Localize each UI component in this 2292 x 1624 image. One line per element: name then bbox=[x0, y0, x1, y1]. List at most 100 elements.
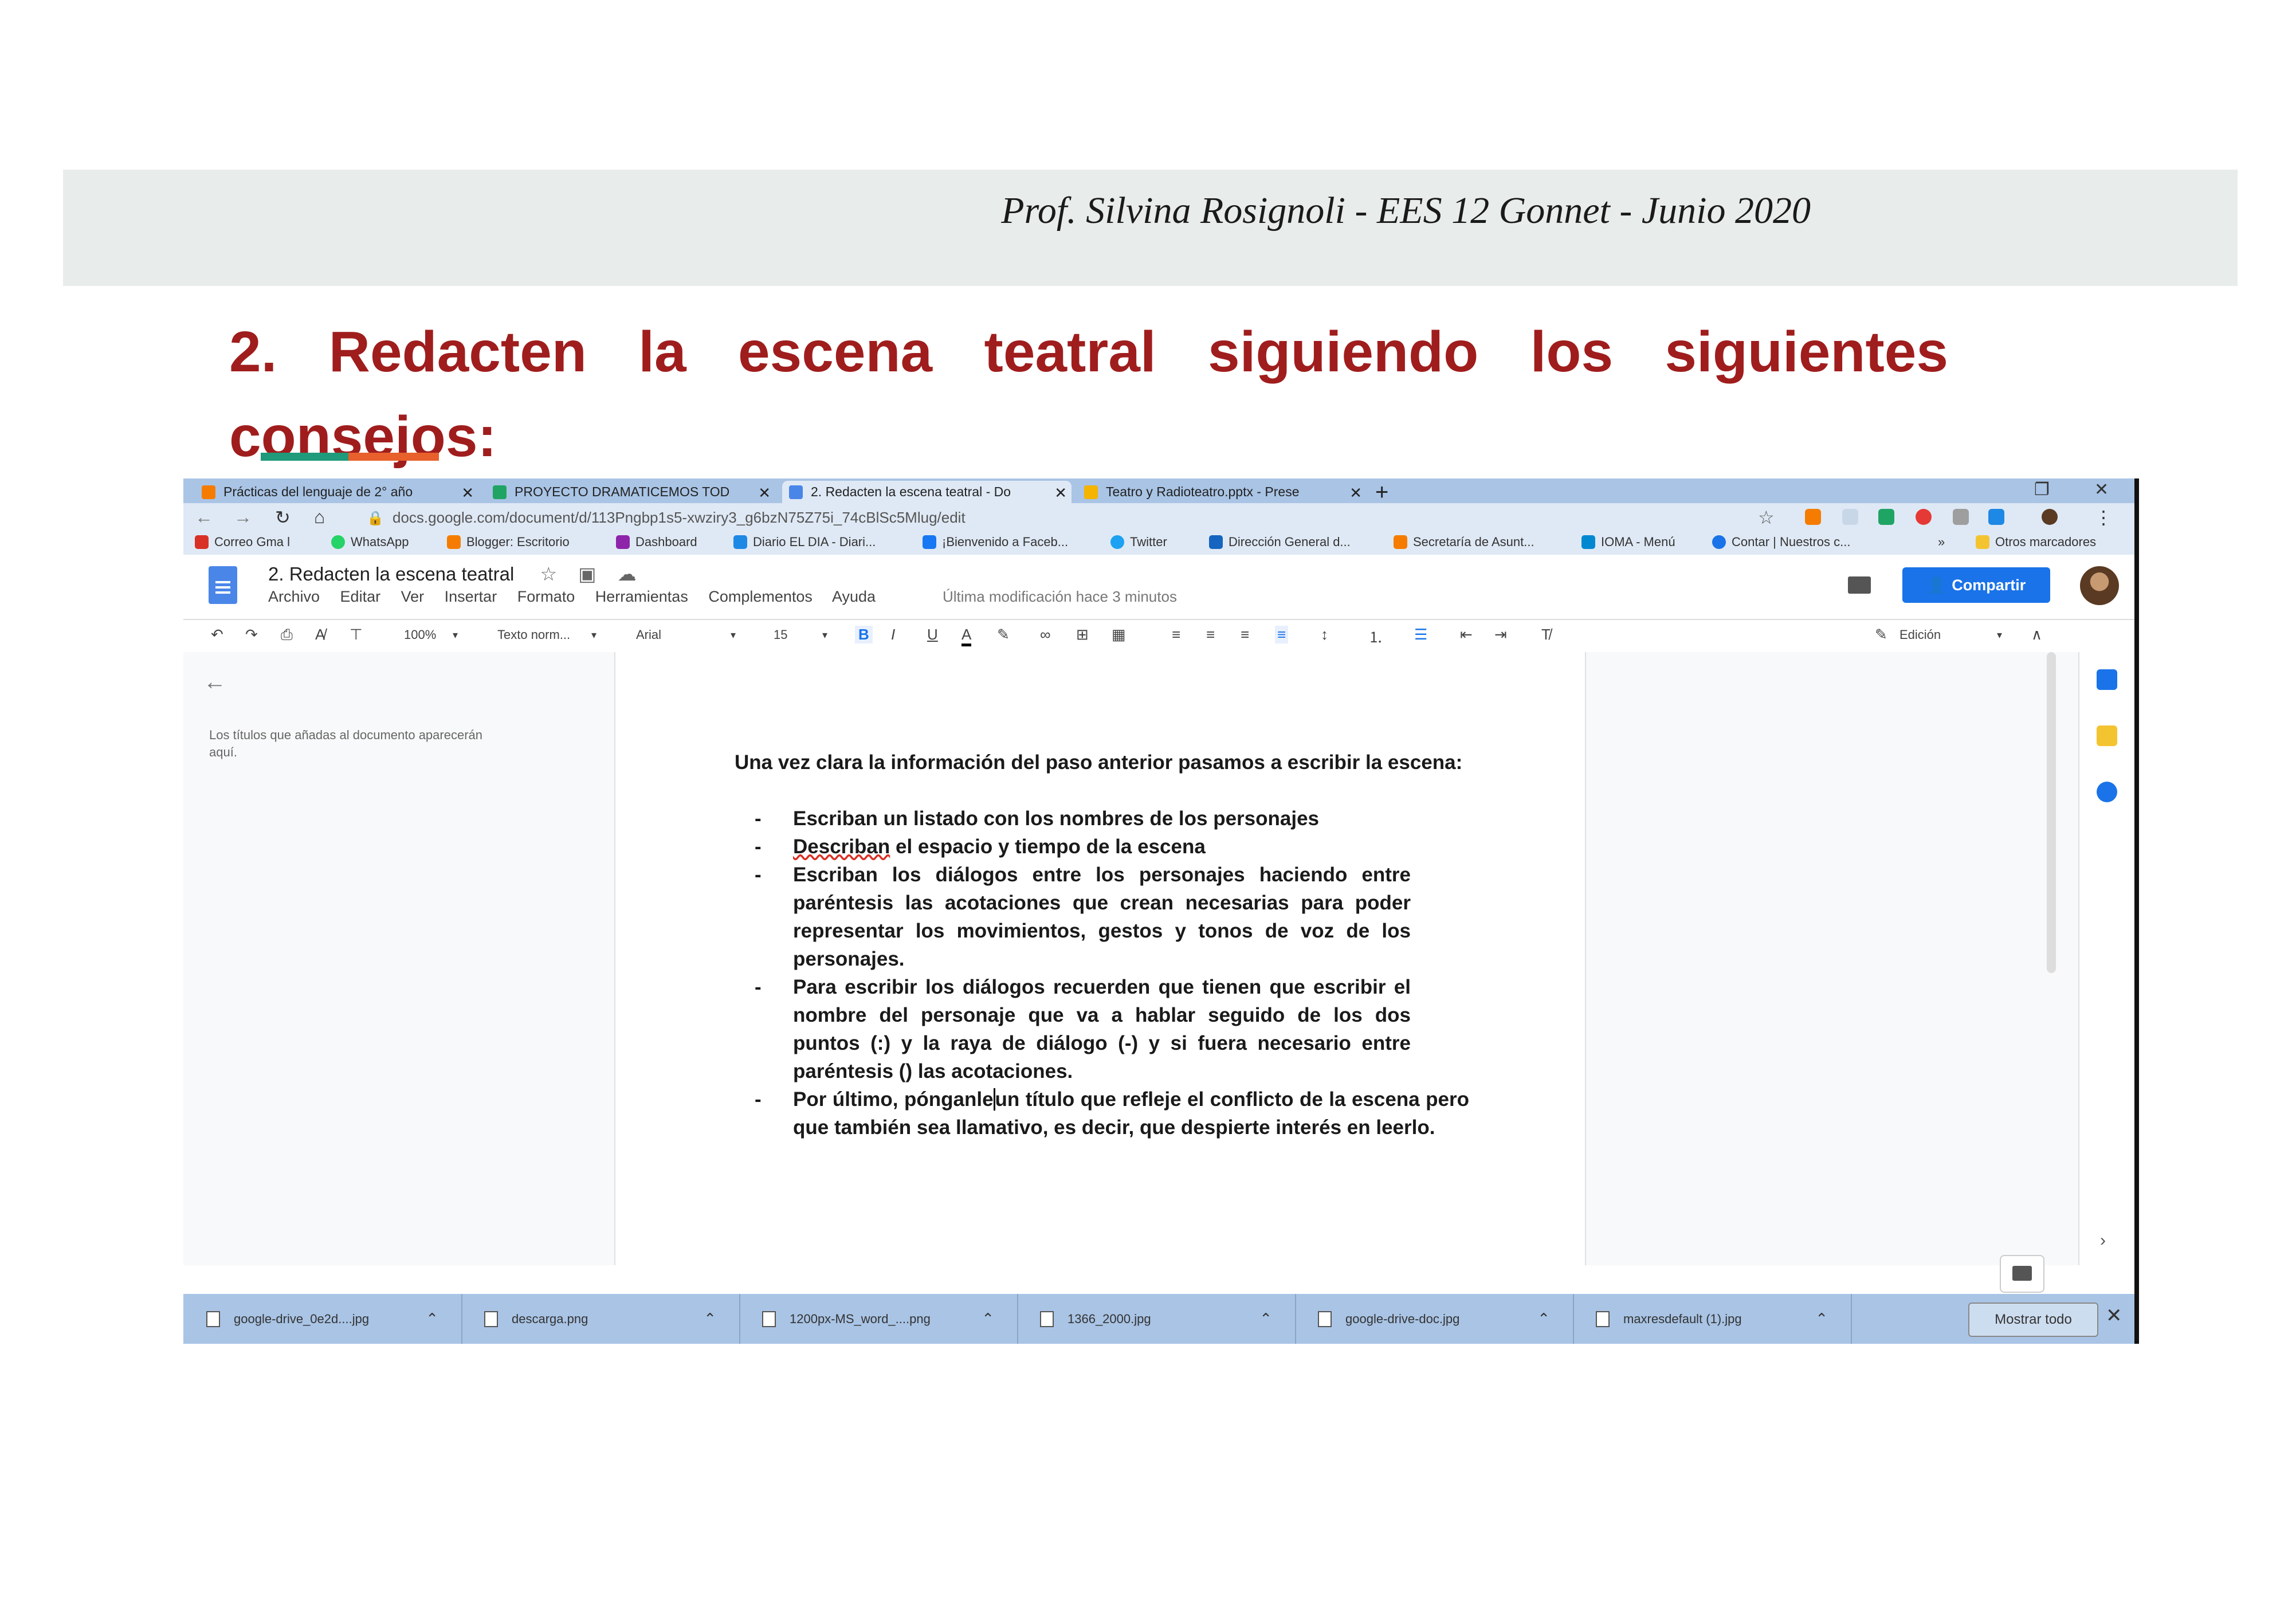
scrollbar[interactable] bbox=[2047, 652, 2056, 973]
chevron-down-icon[interactable]: ▾ bbox=[591, 629, 596, 641]
close-downloads-icon[interactable]: ✕ bbox=[2106, 1304, 2122, 1327]
italic-button[interactable]: I bbox=[891, 626, 895, 644]
window-close-icon[interactable]: ✕ bbox=[2094, 480, 2109, 500]
align-center-icon[interactable]: ≡ bbox=[1206, 626, 1215, 644]
document-body[interactable]: Una vez clara la información del paso an… bbox=[735, 748, 1469, 1141]
back-icon[interactable]: ← bbox=[195, 507, 213, 528]
menu-formato[interactable]: Formato bbox=[517, 588, 575, 605]
chevron-right-icon[interactable]: › bbox=[2100, 1231, 2106, 1250]
clear-formatting-icon[interactable]: T̸ bbox=[1541, 626, 1551, 644]
chevron-down-icon[interactable]: ▾ bbox=[822, 629, 827, 641]
link-icon[interactable]: ∞ bbox=[1040, 626, 1051, 644]
menu-ayuda[interactable]: Ayuda bbox=[832, 588, 876, 605]
download-item[interactable]: google-drive-doc.jpg ⌃ bbox=[1295, 1294, 1574, 1344]
spellcheck-icon[interactable]: A̸ bbox=[315, 626, 325, 644]
bookmark-correo[interactable]: Correo Gma l bbox=[195, 535, 290, 550]
bookmark-ioma[interactable]: IOMA - Menú bbox=[1581, 535, 1675, 550]
bookmark-whatsapp[interactable]: WhatsApp bbox=[331, 535, 409, 550]
menu-herramientas[interactable]: Herramientas bbox=[595, 588, 688, 605]
calendar-icon[interactable] bbox=[2097, 669, 2117, 690]
last-modified[interactable]: Última modificación hace 3 minutos bbox=[943, 588, 1177, 606]
underline-button[interactable]: U bbox=[927, 626, 938, 644]
undo-icon[interactable]: ↶ bbox=[211, 626, 223, 644]
chevron-down-icon[interactable]: ▾ bbox=[1997, 629, 2002, 641]
move-folder-icon[interactable]: ▣ bbox=[578, 563, 596, 585]
download-item[interactable]: google-drive_0e2d....jpg ⌃ bbox=[183, 1294, 462, 1344]
keep-icon[interactable] bbox=[2097, 725, 2117, 746]
text-color-button[interactable]: A bbox=[961, 626, 972, 646]
star-icon[interactable]: ☆ bbox=[540, 563, 557, 585]
document-title[interactable]: 2. Redacten la escena teatral ☆ ▣ ☁ bbox=[268, 563, 637, 585]
download-item[interactable]: maxresdefault (1).jpg ⌃ bbox=[1573, 1294, 1852, 1344]
profile-avatar[interactable] bbox=[2042, 509, 2058, 525]
misspelled-word[interactable]: Describan bbox=[793, 835, 890, 858]
align-left-icon[interactable]: ≡ bbox=[1172, 626, 1180, 644]
align-right-icon[interactable]: ≡ bbox=[1241, 626, 1249, 644]
extension-icon[interactable] bbox=[1916, 509, 1932, 525]
highlight-icon[interactable]: ✎ bbox=[997, 626, 1010, 644]
restore-icon[interactable]: ❐ bbox=[2034, 480, 2050, 500]
drive-extension-icon[interactable] bbox=[1878, 509, 1894, 525]
menu-archivo[interactable]: Archivo bbox=[268, 588, 320, 605]
bookmark-facebook[interactable]: ¡Bienvenido a Faceb... bbox=[923, 535, 1068, 550]
reload-icon[interactable]: ↻ bbox=[275, 507, 291, 528]
menu-complementos[interactable]: Complementos bbox=[708, 588, 813, 605]
download-item[interactable]: 1366_2000.jpg ⌃ bbox=[1017, 1294, 1296, 1344]
line-spacing-icon[interactable]: ↕ bbox=[1321, 626, 1328, 644]
font-size-select[interactable]: 15 bbox=[774, 627, 787, 642]
extension-icon[interactable] bbox=[1842, 509, 1858, 525]
numbered-list-icon[interactable]: ⒈ bbox=[1368, 626, 1383, 647]
tab-practicas[interactable]: Prácticas del lenguaje de 2° año ✕ bbox=[195, 481, 478, 503]
extension-icon[interactable] bbox=[1953, 509, 1969, 525]
extension-icon[interactable] bbox=[1988, 509, 2004, 525]
star-icon[interactable]: ☆ bbox=[1758, 507, 1775, 528]
forward-icon[interactable]: → bbox=[234, 507, 252, 528]
new-tab-button[interactable]: + bbox=[1375, 480, 1388, 505]
bookmark-otros[interactable]: Otros marcadores bbox=[1976, 535, 2096, 550]
menu-editar[interactable]: Editar bbox=[340, 588, 381, 605]
chevron-up-icon[interactable]: ⌃ bbox=[426, 1310, 438, 1328]
chevron-down-icon[interactable]: ▾ bbox=[453, 629, 458, 641]
comments-icon[interactable] bbox=[1848, 576, 1871, 594]
more-bookmarks-icon[interactable]: » bbox=[1938, 535, 1945, 550]
tab-teatro[interactable]: Teatro y Radioteatro.pptx - Prese ✕ bbox=[1077, 481, 1367, 503]
bookmark-blogger[interactable]: Blogger: Escritorio bbox=[447, 535, 570, 550]
download-item[interactable]: 1200px-MS_word_....png ⌃ bbox=[739, 1294, 1018, 1344]
chevron-down-icon[interactable]: ▾ bbox=[731, 629, 736, 641]
editing-mode-select[interactable]: Edición bbox=[1899, 627, 1941, 642]
chevron-up-icon[interactable]: ⌃ bbox=[1537, 1310, 1550, 1328]
explore-button[interactable] bbox=[2000, 1255, 2044, 1293]
tab-proyecto[interactable]: PROYECTO DRAMATICEMOS TOD ✕ bbox=[486, 481, 775, 503]
close-icon[interactable]: ✕ bbox=[1054, 484, 1067, 502]
zoom-select[interactable]: 100% bbox=[404, 627, 436, 642]
download-item[interactable]: descarga.png ⌃ bbox=[461, 1294, 740, 1344]
font-select[interactable]: Arial bbox=[636, 627, 661, 642]
close-icon[interactable]: ✕ bbox=[1349, 484, 1362, 502]
bold-button[interactable]: B bbox=[855, 626, 873, 644]
back-arrow-icon[interactable]: ← bbox=[203, 669, 226, 695]
close-icon[interactable]: ✕ bbox=[461, 484, 474, 502]
bookmark-dashboard[interactable]: Dashboard bbox=[616, 535, 697, 550]
menu-insertar[interactable]: Insertar bbox=[445, 588, 497, 605]
print-icon[interactable]: ⎙ bbox=[281, 626, 293, 644]
close-icon[interactable]: ✕ bbox=[758, 484, 771, 502]
bookmark-diario[interactable]: Diario EL DIA - Diari... bbox=[733, 535, 876, 550]
menu-dots-icon[interactable]: ⋮ bbox=[2094, 507, 2113, 528]
bookmark-contar[interactable]: Contar | Nuestros c... bbox=[1712, 535, 1850, 550]
url-field[interactable]: docs.google.com/document/d/113Pngbp1s5-x… bbox=[393, 509, 966, 527]
redo-icon[interactable]: ↷ bbox=[245, 626, 258, 644]
increase-indent-icon[interactable]: ⇥ bbox=[1494, 626, 1507, 644]
extension-icon[interactable] bbox=[1805, 509, 1821, 525]
bookmark-twitter[interactable]: Twitter bbox=[1110, 535, 1167, 550]
chevron-up-icon[interactable]: ⌃ bbox=[1815, 1310, 1828, 1328]
paint-format-icon[interactable]: ⊤ bbox=[350, 626, 363, 644]
add-comment-icon[interactable]: ⊞ bbox=[1076, 626, 1089, 644]
collapse-menu-icon[interactable]: ∧ bbox=[2031, 626, 2042, 644]
bookmark-direccion[interactable]: Dirección General d... bbox=[1209, 535, 1351, 550]
insert-image-icon[interactable]: ▦ bbox=[1112, 626, 1126, 644]
tab-redacten[interactable]: 2. Redacten la escena teatral - Do ✕ bbox=[782, 481, 1072, 503]
decrease-indent-icon[interactable]: ⇤ bbox=[1460, 626, 1473, 644]
tasks-icon[interactable] bbox=[2097, 782, 2117, 802]
chevron-up-icon[interactable]: ⌃ bbox=[704, 1310, 716, 1328]
document-page[interactable]: Una vez clara la información del paso an… bbox=[614, 652, 1586, 1265]
